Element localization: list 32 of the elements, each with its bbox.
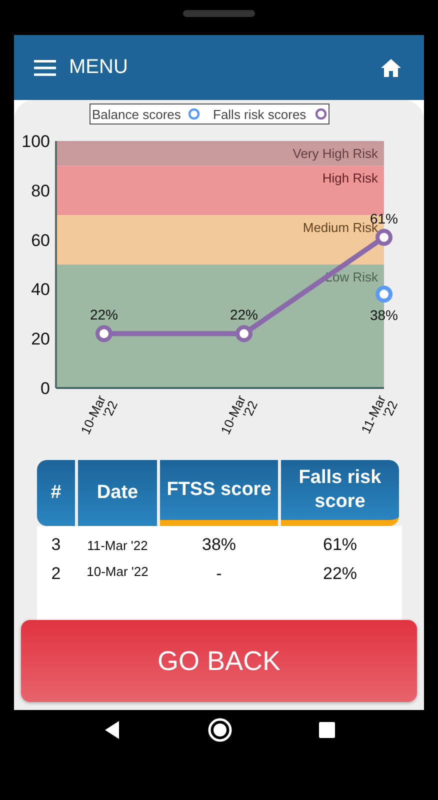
menu-icon (34, 60, 56, 76)
menu-button[interactable]: MENU (34, 56, 128, 79)
table-cell-text: 38% (200, 535, 238, 555)
column-header: FTSS score (160, 460, 278, 526)
data-label: 38% (370, 307, 398, 324)
legend-label: Balance scores (92, 107, 181, 122)
data-label: 22% (90, 306, 118, 323)
column-header: Date (78, 460, 157, 526)
table-cell-text: 11-Mar '22 (86, 538, 149, 552)
y-tick-label: 60 (31, 230, 50, 250)
table-cell-text: 2 (50, 564, 62, 584)
recent-apps-icon[interactable] (318, 721, 336, 739)
y-tick-label: 80 (31, 181, 50, 200)
table-cell-text: 22% (322, 564, 358, 584)
risk-band-label: High Risk (322, 170, 378, 186)
column-header: # (37, 460, 75, 526)
data-label: 22% (230, 306, 258, 323)
speaker-grille (183, 10, 255, 17)
table-cell-text: 3 (50, 535, 62, 555)
table-cell-text: 61% (322, 535, 358, 555)
y-tick-label: 100 (22, 132, 50, 151)
table-cell-text: 10-Mar '22 (86, 564, 150, 579)
column-header: Falls risk score (281, 460, 399, 526)
home-icon[interactable] (380, 58, 402, 78)
legend-label: Falls risk scores (213, 107, 306, 122)
go-back-button[interactable]: GO BACK (21, 620, 417, 702)
y-tick-label: 0 (40, 379, 50, 398)
home-circle-icon[interactable] (206, 717, 233, 743)
risk-band-label: Very High Risk (292, 146, 378, 161)
table-cell-text: - (215, 564, 223, 584)
y-tick-label: 40 (31, 280, 50, 300)
y-tick-label: 20 (31, 330, 50, 349)
